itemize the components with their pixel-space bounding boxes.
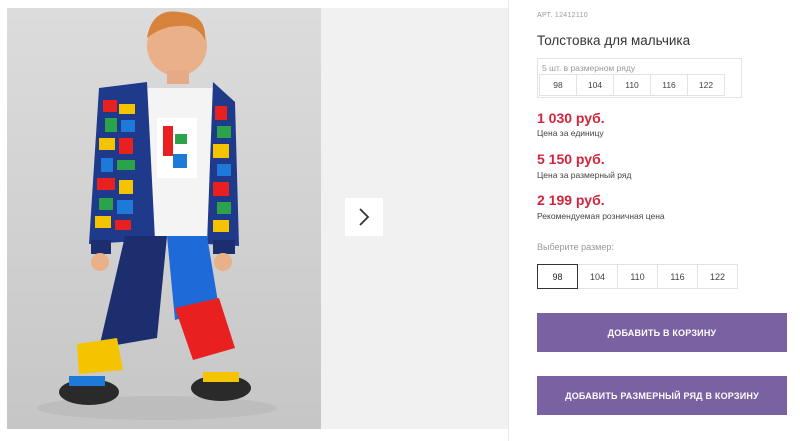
boy-in-colorful-outfit-image	[37, 11, 277, 420]
pack-sizes-row: 98 104 110 116 122	[539, 74, 725, 96]
add-pack-to-cart-button[interactable]: ДОБАВИТЬ РАЗМЕРНЫЙ РЯД В КОРЗИНУ	[537, 376, 787, 415]
product-gallery	[0, 0, 508, 441]
size-option-122[interactable]: 122	[697, 264, 738, 289]
chevron-right-icon	[359, 208, 370, 226]
panel-divider	[508, 0, 509, 441]
unit-price-label: Цена за единицу	[537, 128, 604, 138]
size-option-116[interactable]: 116	[657, 264, 698, 289]
pack-price: 5 150 руб.	[537, 151, 605, 167]
pack-size-122: 122	[687, 74, 725, 96]
add-to-cart-button[interactable]: ДОБАВИТЬ В КОРЗИНУ	[537, 313, 787, 352]
pack-size-104: 104	[576, 74, 614, 96]
pack-size-110: 110	[613, 74, 651, 96]
unit-price: 1 030 руб.	[537, 110, 605, 126]
product-sku: АРТ. 12412110	[537, 12, 588, 19]
pack-label: 5 шт. в размерном ряду	[542, 63, 636, 73]
retail-price: 2 199 руб.	[537, 192, 605, 208]
gallery-next-button[interactable]	[345, 198, 383, 236]
choose-size-label: Выберите размер:	[537, 242, 614, 252]
retail-price-label: Рекомендуемая розничная цена	[537, 211, 665, 221]
pack-sizes-box: 5 шт. в размерном ряду 98 104 110 116 12…	[537, 58, 742, 98]
size-option-98[interactable]: 98	[537, 264, 578, 289]
size-selector: 98 104 110 116 122	[537, 264, 738, 289]
product-title: Толстовка для мальчика	[537, 33, 691, 48]
pack-price-label: Цена за размерный ряд	[537, 170, 632, 180]
pack-size-98: 98	[539, 74, 577, 96]
pack-size-116: 116	[650, 74, 688, 96]
size-option-104[interactable]: 104	[577, 264, 618, 289]
product-photo[interactable]	[7, 8, 321, 429]
size-option-110[interactable]: 110	[617, 264, 658, 289]
